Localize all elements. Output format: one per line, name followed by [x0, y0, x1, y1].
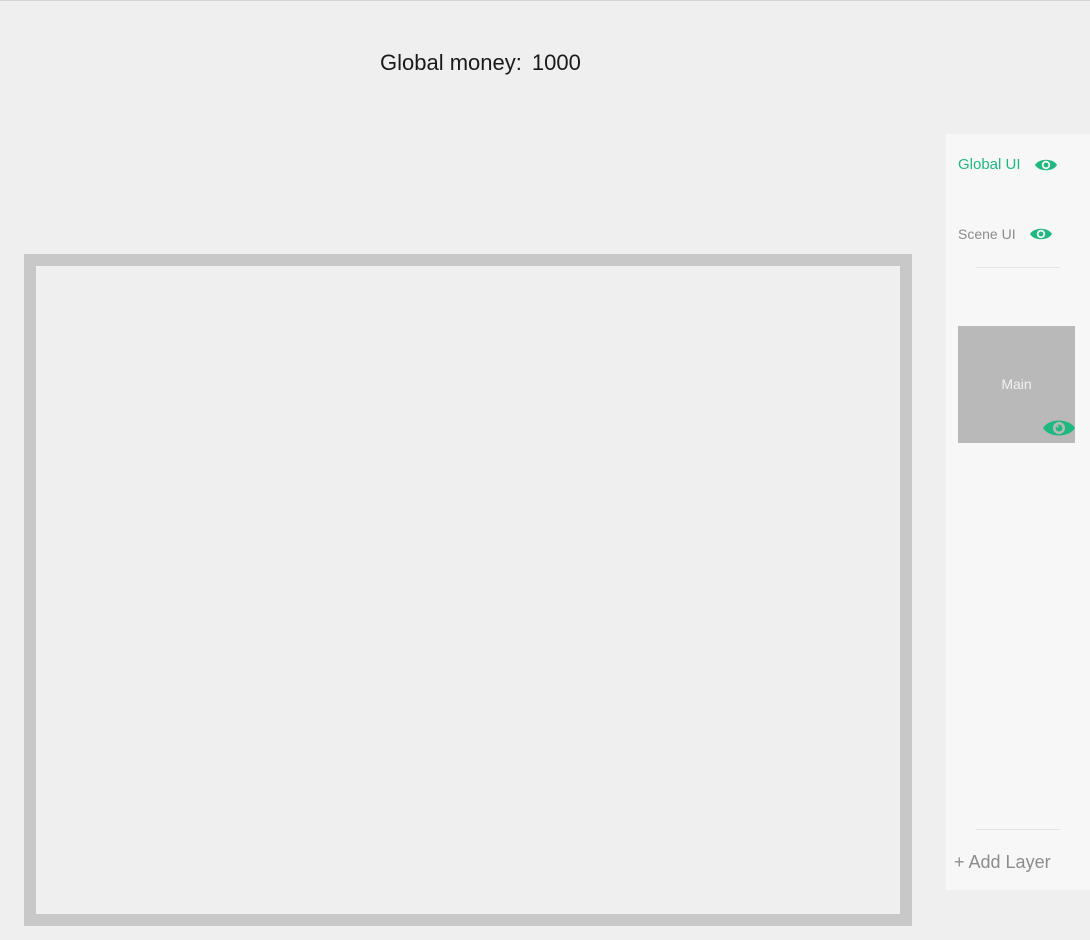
panel-divider [976, 829, 1060, 830]
add-layer-button[interactable]: + Add Layer [954, 852, 1051, 873]
eye-icon[interactable] [1029, 226, 1053, 242]
eye-icon[interactable] [1042, 416, 1076, 440]
top-border [0, 0, 1090, 1]
panel-divider [976, 267, 1060, 268]
scene-card-label: Main [1001, 376, 1032, 392]
eye-icon[interactable] [1034, 157, 1058, 173]
global-money-display: Global money: 1000 [380, 50, 581, 76]
scene-card-main[interactable]: Main [958, 326, 1075, 443]
global-money-label: Global money: [380, 50, 522, 75]
layer-item-scene-ui[interactable]: Scene UI [958, 226, 1053, 242]
layer-panel: Global UI Scene UI Main + Add Layer [946, 134, 1090, 890]
layer-item-label: Global UI [958, 156, 1021, 173]
global-money-value: 1000 [531, 50, 581, 75]
scene-canvas[interactable] [24, 254, 912, 926]
layer-item-global-ui[interactable]: Global UI [958, 156, 1058, 173]
layer-item-label: Scene UI [958, 226, 1016, 242]
